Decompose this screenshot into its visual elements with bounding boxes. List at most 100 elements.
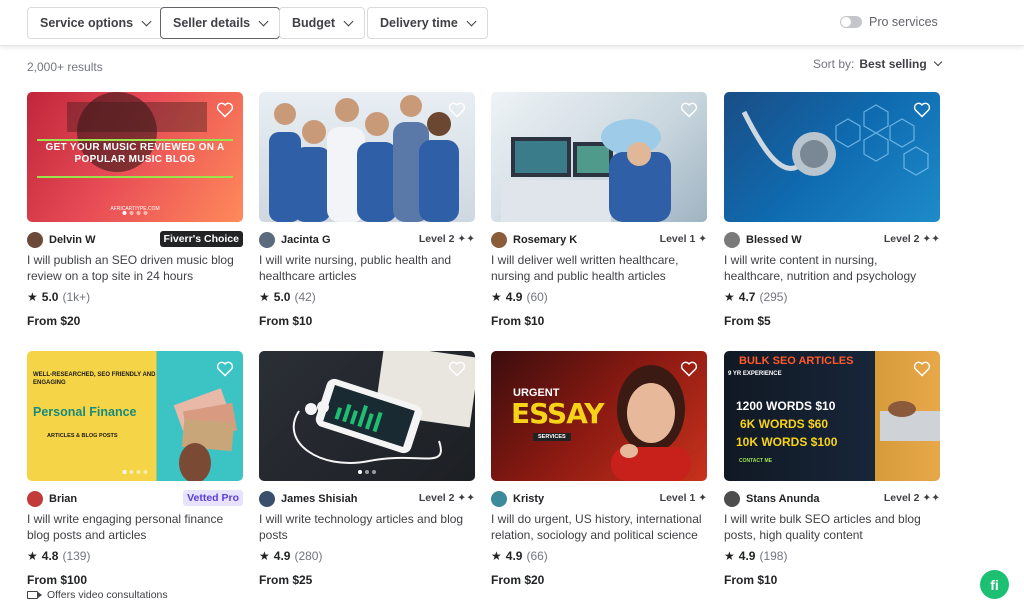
- gig-price[interactable]: From $10: [491, 314, 707, 328]
- heart-icon[interactable]: [448, 102, 466, 118]
- seller-name[interactable]: Brian: [49, 493, 77, 505]
- service-options-label: Service options: [40, 16, 134, 30]
- gig-title[interactable]: I will do urgent, US history, internatio…: [491, 511, 707, 543]
- gig-title[interactable]: I will deliver well written healthcare, …: [491, 252, 707, 284]
- star-icon: ★: [27, 549, 38, 563]
- gig-price[interactable]: From $100: [27, 573, 243, 587]
- gig-price[interactable]: From $20: [27, 314, 243, 328]
- stethoscope-artwork: [741, 104, 929, 176]
- gig-card[interactable]: BULK SEO ARTICLES 9 YR EXPERIENCE 1200 W…: [724, 351, 940, 587]
- avatar[interactable]: [27, 491, 43, 507]
- toggle-switch[interactable]: [840, 16, 862, 28]
- rating: ★ 4.7 (295): [724, 290, 940, 304]
- chevron-down-icon: [933, 57, 942, 67]
- star-icon: ★: [259, 290, 270, 304]
- review-count: (42): [294, 290, 316, 304]
- seller-row: Rosemary K Level 1 ✦: [491, 230, 707, 250]
- gig-card[interactable]: Blessed W Level 2 ✦✦ I will write conten…: [724, 92, 940, 328]
- review-count: (1k+): [62, 290, 91, 304]
- gig-title[interactable]: I will write engaging personal finance b…: [27, 511, 243, 543]
- delivery-time-button[interactable]: Delivery time: [367, 7, 488, 39]
- avatar[interactable]: [491, 491, 507, 507]
- avatar[interactable]: [724, 491, 740, 507]
- gig-title[interactable]: I will publish an SEO driven music blog …: [27, 252, 243, 284]
- seller-level: Level 2 ✦✦: [883, 492, 940, 504]
- seller-level: Level 2 ✦✦: [883, 233, 940, 245]
- review-count: (295): [759, 290, 788, 304]
- seller-name[interactable]: Blessed W: [746, 234, 802, 246]
- sort-dropdown[interactable]: Sort by: Best selling: [813, 57, 942, 71]
- gig-card[interactable]: URGENT ESSAY SERVICES Kristy Level 1 ✦ I…: [491, 351, 707, 587]
- rating-value: 4.9: [738, 549, 756, 563]
- carousel-dots[interactable]: [358, 470, 376, 474]
- service-options-button[interactable]: Service options: [27, 7, 164, 39]
- seller-row: James Shisiah Level 2 ✦✦: [259, 489, 475, 509]
- gig-price[interactable]: From $5: [724, 314, 940, 328]
- heart-icon[interactable]: [913, 361, 931, 377]
- avatar[interactable]: [491, 232, 507, 248]
- rating-value: 5.0: [41, 290, 59, 304]
- gig-title[interactable]: I will write content in nursing, healthc…: [724, 252, 940, 284]
- heart-icon[interactable]: [448, 361, 466, 377]
- gig-thumbnail[interactable]: [259, 351, 475, 481]
- money-hand-artwork: [173, 388, 238, 481]
- seller-name[interactable]: Delvin W: [49, 234, 95, 246]
- gig-card[interactable]: GET YOUR MUSIC REVIEWED ON A POPULAR MUS…: [27, 92, 243, 328]
- fiverr-logo-button[interactable]: fi: [980, 570, 1009, 599]
- seller-level: Level 2 ✦✦: [418, 492, 475, 504]
- rating-value: 5.0: [273, 290, 291, 304]
- gig-price[interactable]: From $10: [724, 573, 940, 587]
- review-count: (280): [294, 549, 323, 563]
- avatar[interactable]: [259, 232, 275, 248]
- rating: ★ 4.9 (280): [259, 549, 475, 563]
- gig-card[interactable]: James Shisiah Level 2 ✦✦ I will write te…: [259, 351, 475, 587]
- avatar[interactable]: [27, 232, 43, 248]
- gig-title[interactable]: I will write technology articles and blo…: [259, 511, 475, 543]
- gig-title[interactable]: I will write bulk SEO articles and blog …: [724, 511, 940, 543]
- budget-button[interactable]: Budget: [279, 7, 366, 39]
- avatar[interactable]: [724, 232, 740, 248]
- delivery-time-label: Delivery time: [380, 16, 458, 30]
- gig-price[interactable]: From $10: [259, 314, 475, 328]
- seller-name[interactable]: Kristy: [513, 493, 544, 505]
- rating-value: 4.9: [505, 290, 523, 304]
- sort-label: Sort by:: [813, 57, 855, 71]
- gig-price[interactable]: From $20: [491, 573, 707, 587]
- heart-icon[interactable]: [216, 102, 234, 118]
- pro-services-label: Pro services: [869, 15, 938, 29]
- gig-price[interactable]: From $25: [259, 573, 475, 587]
- carousel-dots[interactable]: [122, 211, 148, 215]
- seller-details-button[interactable]: Seller details: [160, 7, 281, 39]
- gig-thumbnail[interactable]: URGENT ESSAY SERVICES: [491, 351, 707, 481]
- gig-card[interactable]: Jacinta G Level 2 ✦✦ I will write nursin…: [259, 92, 475, 328]
- heart-icon[interactable]: [216, 361, 234, 377]
- rating: ★ 5.0 (1k+): [27, 290, 243, 304]
- gig-card[interactable]: WELL-RESEARCHED, SEO FRIENDLY AND ENGAGI…: [27, 351, 243, 587]
- seller-name[interactable]: Rosemary K: [513, 234, 577, 246]
- gig-thumbnail[interactable]: WELL-RESEARCHED, SEO FRIENDLY AND ENGAGI…: [27, 351, 243, 481]
- gig-thumbnail[interactable]: [491, 92, 707, 222]
- sort-value: Best selling: [859, 57, 927, 71]
- budget-label: Budget: [292, 16, 336, 30]
- heart-icon[interactable]: [680, 102, 698, 118]
- gig-thumbnail[interactable]: [259, 92, 475, 222]
- gig-card[interactable]: Rosemary K Level 1 ✦ I will deliver well…: [491, 92, 707, 328]
- heart-icon[interactable]: [913, 102, 931, 118]
- seller-name[interactable]: Stans Anunda: [746, 493, 820, 505]
- fiverrs-choice-badge: Fiverr's Choice: [159, 231, 243, 247]
- rating: ★ 4.8 (139): [27, 549, 243, 563]
- carousel-dots[interactable]: [122, 470, 148, 474]
- seller-name[interactable]: Jacinta G: [281, 234, 331, 246]
- heart-icon[interactable]: [680, 361, 698, 377]
- seller-row: Delvin W Fiverr's Choice: [27, 230, 243, 250]
- gig-thumbnail[interactable]: BULK SEO ARTICLES 9 YR EXPERIENCE 1200 W…: [724, 351, 940, 481]
- rating: ★ 4.9 (198): [724, 549, 940, 563]
- gig-thumbnail[interactable]: [724, 92, 940, 222]
- rating: ★ 4.9 (60): [491, 290, 707, 304]
- avatar[interactable]: [259, 491, 275, 507]
- gig-thumbnail[interactable]: GET YOUR MUSIC REVIEWED ON A POPULAR MUS…: [27, 92, 243, 222]
- seller-name[interactable]: James Shisiah: [281, 493, 357, 505]
- pro-services-toggle[interactable]: Pro services: [840, 15, 938, 29]
- gig-title[interactable]: I will write nursing, public health and …: [259, 252, 475, 284]
- rating-value: 4.9: [273, 549, 291, 563]
